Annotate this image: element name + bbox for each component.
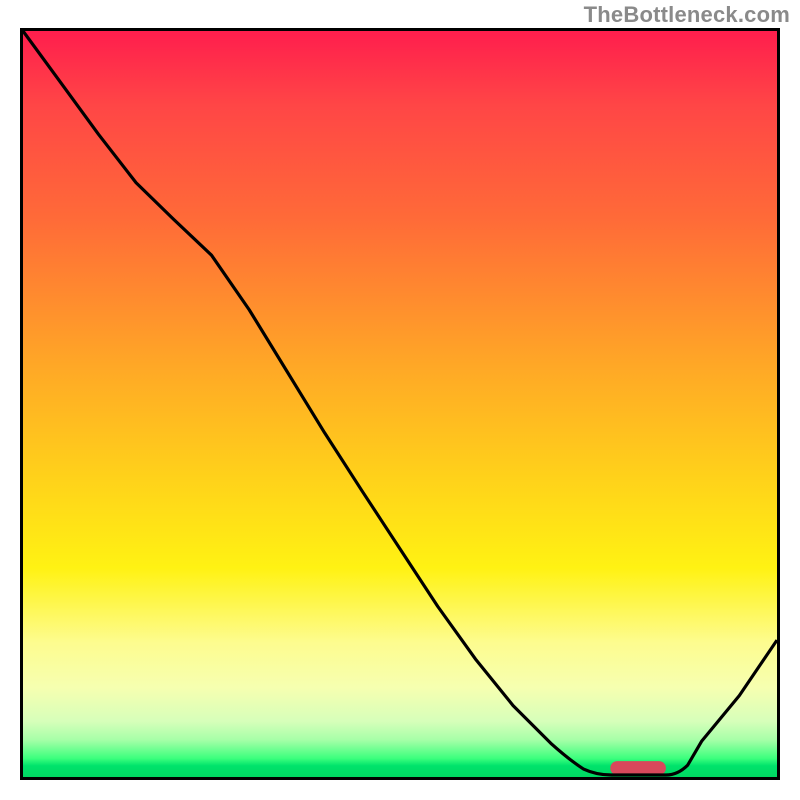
optimum-marker <box>610 761 666 775</box>
plot-inner <box>23 31 777 777</box>
curve-svg <box>23 31 777 777</box>
chart-stage: TheBottleneck.com <box>0 0 800 800</box>
bottleneck-curve <box>23 31 777 775</box>
attribution-text: TheBottleneck.com <box>584 2 790 28</box>
plot-frame <box>20 28 780 780</box>
